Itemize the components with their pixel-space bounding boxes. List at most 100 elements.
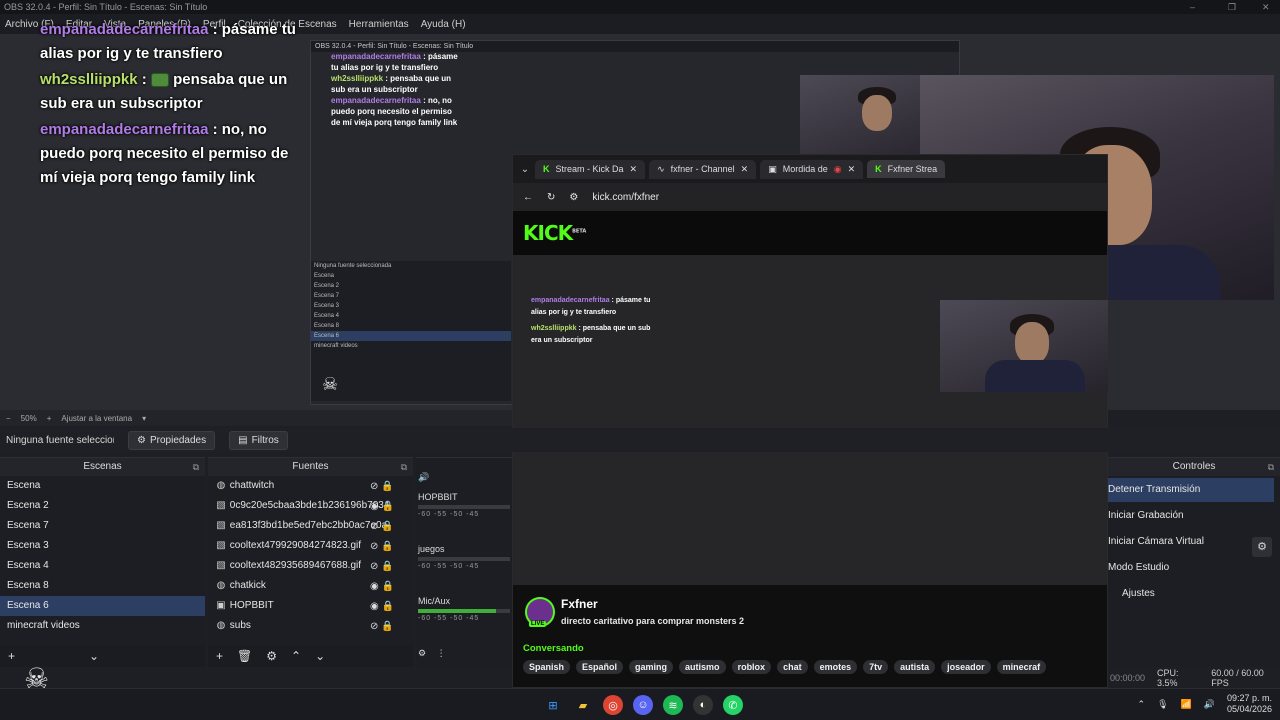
url-text[interactable]: kick.com/fxfner [592, 192, 659, 203]
visibility-icon[interactable]: ◉ 🔒 [370, 597, 394, 617]
zoom-in-icon[interactable]: + [47, 414, 52, 423]
obs-icon[interactable]: ◐ [693, 695, 713, 715]
discord-icon[interactable]: ☺ [633, 695, 653, 715]
arrow-down-icon[interactable]: ⌄ [315, 649, 325, 663]
site-info-icon[interactable]: ⚙ [569, 192, 578, 203]
clock[interactable]: 09:27 p. m. 05/04/2026 [1227, 693, 1272, 715]
back-icon[interactable]: ← [523, 192, 533, 203]
gear-icon[interactable]: ⚙ [418, 648, 426, 658]
reload-icon[interactable]: ↻ [547, 192, 555, 203]
scene-item[interactable]: Escena [0, 476, 205, 496]
webcam-nested [940, 300, 1108, 392]
system-tray: ⌃ 🎙 📶 🔊 09:27 p. m. 05/04/2026 [1138, 693, 1272, 715]
tag[interactable]: roblox [731, 660, 772, 674]
volume-meter[interactable] [418, 557, 510, 561]
properties-button[interactable]: ⚙ Propiedades [128, 430, 216, 450]
zoom-out-icon[interactable]: − [6, 414, 11, 423]
more-icon[interactable]: ⋮ [437, 648, 446, 658]
visibility-icon[interactable]: ⊘ 🔒 [370, 517, 394, 537]
visibility-icon[interactable]: ⊘ 🔒 [370, 477, 394, 497]
browser-window[interactable]: ⌄ K Stream - Kick Da ✕ ∿ fxfner - Channel ✕ … [512, 154, 1108, 688]
tag[interactable]: gaming [629, 660, 674, 674]
no-source-label: Ninguna fuente seleccionada [6, 434, 114, 446]
scene-item[interactable]: Escena 7 [0, 516, 205, 536]
fit-mode[interactable]: Ajustar a la ventana [61, 414, 132, 423]
zoom-level[interactable]: 50% [21, 414, 37, 423]
tab-fxfner-channel[interactable]: ∿ fxfner - Channel ✕ [649, 159, 757, 179]
scene-item[interactable]: Escena 3 [0, 536, 205, 556]
tab-mordida[interactable]: ▣ Mordida de ◉ ✕ [760, 159, 864, 179]
tag[interactable]: 7tv [863, 660, 889, 674]
webcam-small [800, 75, 920, 155]
whatsapp-icon[interactable]: ✆ [723, 695, 743, 715]
streamer-name[interactable]: Fxfner [561, 597, 598, 611]
windows-start-icon[interactable]: ⊞ [543, 695, 563, 715]
stream-title: directo caritativo para comprar monsters… [561, 616, 745, 626]
stream-tags: Spanish Español gaming autismo roblox ch… [523, 660, 1047, 674]
visibility-icon[interactable]: ⊘ 🔒 [370, 537, 394, 557]
file-explorer-icon[interactable]: ▰ [573, 695, 593, 715]
address-bar[interactable]: ← ↻ ⚙ kick.com/fxfner [513, 183, 1107, 211]
volume-meter[interactable] [418, 609, 510, 613]
visibility-icon[interactable]: ◉ 🔒 [370, 497, 394, 517]
visibility-icon[interactable]: ⊘ 🔒 [370, 617, 394, 637]
taskbar-apps: ⊞ ▰ ◎ ☺ ≋ ◐ ✆ [543, 695, 743, 715]
gear-icon[interactable]: ⚙ [1252, 537, 1272, 557]
start-recording-button[interactable]: Iniciar Grabación [1108, 504, 1274, 528]
chevron-up-icon[interactable]: ⌃ [1138, 699, 1146, 710]
kick-header: KICKBETA [513, 211, 1107, 255]
maximize-icon[interactable]: ❐ [1228, 0, 1236, 14]
tag[interactable]: autismo [679, 660, 726, 674]
volume-meter[interactable] [418, 505, 510, 509]
wifi-icon[interactable]: 📶 [1181, 699, 1192, 710]
stream-category[interactable]: Conversando [523, 643, 584, 654]
visibility-icon[interactable]: ⊘ 🔒 [370, 557, 394, 577]
popout-icon[interactable]: ⧉ [193, 458, 199, 476]
popout-icon[interactable]: ⧉ [401, 458, 407, 476]
tag[interactable]: emotes [813, 660, 858, 674]
tag[interactable]: minecraf [996, 660, 1047, 674]
trash-icon[interactable]: 🗑 [237, 649, 252, 663]
visibility-icon[interactable]: ◉ 🔒 [370, 577, 394, 597]
scene-item[interactable]: minecraft videos [0, 616, 205, 636]
arrow-up-icon[interactable]: ⌃ [291, 649, 301, 663]
scene-item[interactable]: Escena 8 [0, 576, 205, 596]
studio-mode-button[interactable]: Modo Estudio [1108, 556, 1274, 580]
tag[interactable]: autista [894, 660, 936, 674]
tag[interactable]: joseador [941, 660, 991, 674]
image-source-icon: ▧ [216, 500, 226, 511]
chevron-down-icon[interactable]: ⌄ [89, 649, 99, 663]
spotify-icon[interactable]: ≋ [663, 695, 683, 715]
minimize-icon[interactable]: – [1190, 0, 1195, 14]
virtual-camera-button[interactable]: Iniciar Cámara Virtual [1108, 530, 1274, 554]
tab-fxfner-stream[interactable]: K Fxfner Strea [867, 160, 946, 178]
stop-streaming-button[interactable]: Detener Transmisión [1108, 478, 1274, 502]
live-badge: LIVE [529, 621, 547, 627]
tag[interactable]: chat [777, 660, 808, 674]
speaker-icon[interactable]: 🔊 [418, 472, 429, 483]
tab-kick-dashboard[interactable]: K Stream - Kick Da ✕ [535, 159, 646, 179]
tag[interactable]: Spanish [523, 660, 571, 674]
settings-button[interactable]: Ajustes [1108, 582, 1274, 606]
gear-icon[interactable]: ⚙ [266, 649, 277, 663]
record-icon: ◉ [833, 163, 842, 174]
close-icon[interactable]: ✕ [1262, 0, 1270, 14]
menu-herramientas[interactable]: Herramientas [349, 19, 409, 30]
tab-list-icon[interactable]: ⌄ [519, 164, 531, 175]
image-source-icon: ▧ [216, 520, 226, 531]
scene-item[interactable]: Escena 4 [0, 556, 205, 576]
kick-logo[interactable]: KICKBETA [523, 221, 586, 245]
filters-button[interactable]: ▤ Filtros [229, 430, 288, 450]
scene-item-selected[interactable]: Escena 6 [0, 596, 205, 616]
scenes-title: Escenas ⧉ [0, 458, 205, 476]
add-scene-icon[interactable]: + [8, 649, 15, 663]
chevron-down-icon[interactable]: ▾ [142, 414, 146, 423]
volume-icon[interactable]: 🔊 [1204, 699, 1215, 710]
menu-ayuda[interactable]: Ayuda (H) [421, 19, 466, 30]
tag[interactable]: Español [576, 660, 624, 674]
scene-item[interactable]: Escena 2 [0, 496, 205, 516]
add-source-icon[interactable]: + [216, 649, 223, 663]
microphone-icon[interactable]: 🎙 [1157, 699, 1168, 710]
chrome-icon[interactable]: ◎ [603, 695, 623, 715]
popout-icon[interactable]: ⧉ [1268, 458, 1274, 476]
